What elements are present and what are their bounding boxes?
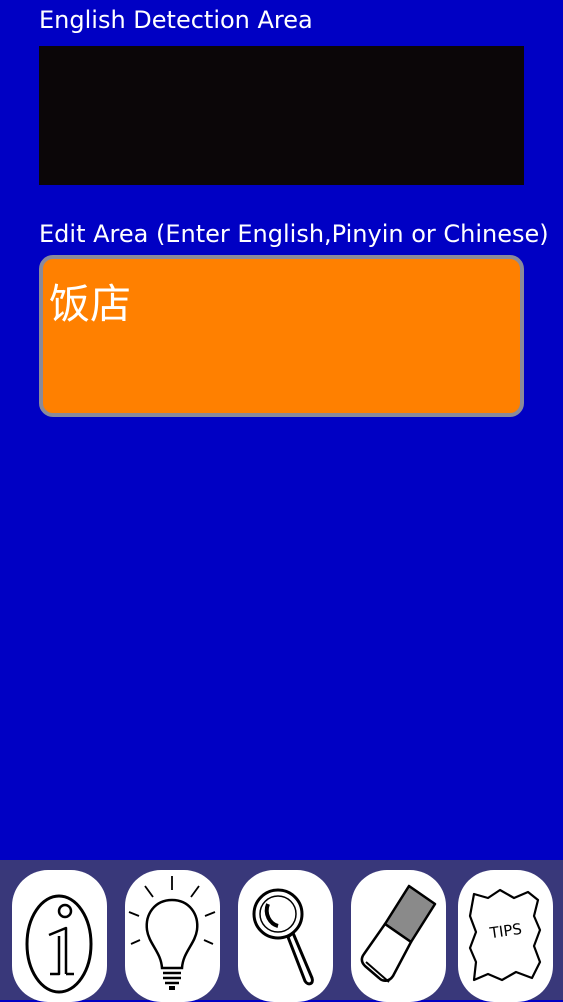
- search-button[interactable]: [238, 870, 333, 1002]
- eraser-icon: [360, 884, 437, 983]
- tips-button[interactable]: TIPS: [458, 870, 553, 1002]
- edit-area-input[interactable]: 饭店: [39, 255, 524, 417]
- tips-note-icon: TIPS: [468, 888, 542, 982]
- eraser-button[interactable]: [351, 870, 446, 1002]
- lightbulb-icon: [128, 876, 216, 990]
- edit-area-label: Edit Area (Enter English,Pinyin or Chine…: [39, 220, 549, 248]
- tips-label: TIPS: [488, 920, 523, 942]
- english-detection-label: English Detection Area: [39, 6, 313, 34]
- bottom-toolbar: TIPS: [0, 860, 563, 1002]
- lightbulb-button[interactable]: [125, 870, 220, 1002]
- english-detection-area: [39, 46, 524, 185]
- info-button[interactable]: [12, 870, 107, 1002]
- magnifier-icon: [252, 888, 314, 986]
- info-icon: [25, 894, 93, 994]
